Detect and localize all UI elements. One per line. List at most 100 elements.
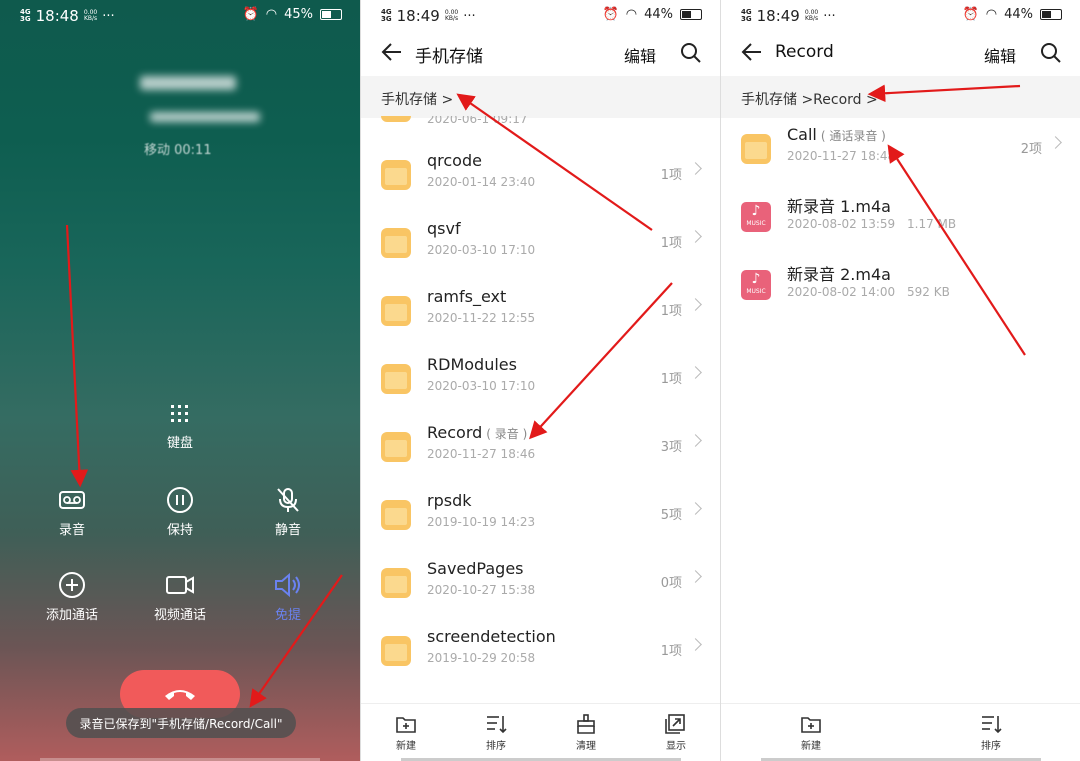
chevron-right-icon	[689, 638, 702, 651]
new-folder-button[interactable]: 新建	[781, 714, 841, 752]
file-size: 592 KB	[907, 285, 950, 299]
video-call-label: 视频通话	[153, 608, 206, 623]
folder-icon	[381, 228, 411, 258]
wifi-icon: ◠	[265, 7, 278, 22]
item-count: 2项	[1020, 142, 1042, 157]
file-date: 2019-10-29 20:58	[427, 651, 536, 665]
file-row[interactable]: screendetection 2019-10-29 20:58 1项	[361, 618, 720, 686]
search-icon[interactable]	[1040, 42, 1062, 64]
folder-icon	[381, 636, 411, 666]
partial-row: 2020-06-1 09:17	[361, 116, 720, 126]
record-label: 录音	[58, 523, 85, 538]
back-arrow-icon[interactable]	[741, 42, 763, 62]
file-date: 2020-03-10 17:10	[427, 379, 536, 393]
chevron-right-icon	[689, 230, 702, 243]
chevron-right-icon	[1049, 136, 1062, 149]
file-row[interactable]: ramfs_ext 2020-11-22 12:55 1项	[361, 278, 720, 346]
hold-button[interactable]: 保持	[145, 487, 215, 538]
file-date: 2020-11-22 12:55	[427, 311, 536, 325]
bottom-toolbar: 新建 排序	[721, 703, 1080, 761]
file-row[interactable]: rpsdk 2019-10-19 14:23 5项	[361, 482, 720, 550]
keypad-button[interactable]: 键盘	[145, 404, 215, 451]
caller-name-blurred	[140, 76, 236, 90]
file-manager-record: 4G 3G 18:49 0.00 KB/s ··· ⏰ ◠ 44% Record 编…	[720, 0, 1080, 761]
battery-percent: 44%	[644, 7, 673, 22]
file-name: SavedPages	[427, 559, 524, 578]
page-title: Record	[775, 42, 834, 62]
chevron-right-icon	[689, 502, 702, 515]
status-time: 18:49	[756, 7, 800, 25]
alarm-icon: ⏰	[962, 7, 979, 22]
file-row[interactable]: ♪ MUSIC 新录音 2.m4a 2020-08-02 14:00 592 KB	[721, 252, 1080, 320]
clean-button[interactable]: 清理	[556, 714, 616, 752]
signal-indicator: 4G 3G	[381, 8, 392, 23]
record-icon	[59, 491, 85, 509]
back-arrow-icon[interactable]	[381, 42, 403, 62]
speaker-label: 免提	[274, 608, 301, 623]
new-folder-icon	[801, 717, 821, 733]
mute-button[interactable]: 静音	[253, 487, 323, 538]
add-call-label: 添加通话	[45, 608, 98, 623]
wifi-icon: ◠	[625, 7, 638, 22]
breadcrumb[interactable]: 手机存储 >	[361, 76, 720, 118]
record-button[interactable]: 录音	[37, 487, 107, 538]
add-call-button[interactable]: 添加通话	[37, 572, 107, 623]
page-title: 手机存储	[415, 47, 483, 67]
file-manager-root: 4G 3G 18:49 0.00 KB/s ··· ⏰ ◠ 44% 手机存储 编辑 …	[360, 0, 720, 761]
file-date: 2020-11-27 18:48	[787, 149, 896, 163]
sort-button[interactable]: 排序	[466, 714, 526, 752]
search-icon[interactable]	[680, 42, 702, 64]
caller-number-blurred	[150, 112, 260, 122]
chevron-right-icon	[689, 162, 702, 175]
file-row[interactable]: Record( 录音 ) 2020-11-27 18:46 3项	[361, 414, 720, 482]
net-speed: 0.00 KB/s	[83, 9, 98, 22]
call-duration: 移动 00:11	[144, 143, 212, 158]
file-name: RDModules	[427, 355, 517, 374]
status-bar: 4G 3G 18:49 0.00 KB/s ··· ⏰ ◠ 44%	[721, 0, 1080, 30]
hang-up-icon	[165, 690, 195, 700]
file-name: ramfs_ext	[427, 287, 507, 306]
hold-label: 保持	[166, 523, 193, 538]
item-count: 1项	[660, 304, 682, 319]
plus-circle-icon	[59, 572, 85, 598]
item-count: 1项	[660, 644, 682, 659]
show-button[interactable]: 显示	[646, 714, 706, 752]
edit-button[interactable]: 编辑	[624, 43, 656, 67]
file-row[interactable]: Call( 通话录音 ) 2020-11-27 18:48 2项	[721, 116, 1080, 184]
file-name: qsvf	[427, 219, 461, 238]
file-row[interactable]: SavedPages 2020-10-27 15:38 0项	[361, 550, 720, 618]
sort-icon	[982, 716, 1002, 734]
file-name: 新录音 1.m4a	[787, 197, 891, 216]
battery-icon	[320, 9, 342, 20]
file-name: 新录音 2.m4a	[787, 265, 891, 284]
edit-button[interactable]: 编辑	[984, 43, 1016, 67]
breadcrumb[interactable]: 手机存储 >Record >	[721, 76, 1080, 118]
speaker-button[interactable]: 免提	[253, 572, 323, 623]
battery-percent: 44%	[1004, 7, 1033, 22]
file-row[interactable]: qrcode 2020-01-14 23:40 1项	[361, 142, 720, 210]
app-header: Record 编辑	[721, 34, 1080, 70]
file-date: 2020-08-02 13:59	[787, 217, 896, 231]
battery-icon	[680, 9, 702, 20]
toast-message: 录音已保存到"手机存储/Record/Call"	[66, 708, 296, 738]
sort-button[interactable]: 排序	[961, 714, 1021, 752]
chevron-right-icon	[689, 366, 702, 379]
more-dots-icon: ···	[823, 8, 836, 24]
video-call-button[interactable]: 视频通话	[145, 572, 215, 623]
file-name: Record( 录音 )	[427, 423, 528, 442]
new-folder-button[interactable]: 新建	[376, 714, 436, 752]
status-time: 18:48	[35, 7, 79, 25]
item-count: 1项	[660, 168, 682, 183]
file-row[interactable]: ♪ MUSIC 新录音 1.m4a 2020-08-02 13:59 1.17 MB	[721, 184, 1080, 252]
item-count: 1项	[660, 372, 682, 387]
item-count: 0项	[660, 576, 682, 591]
video-camera-icon	[166, 576, 194, 594]
folder-icon	[381, 160, 411, 190]
file-row[interactable]: qsvf 2020-03-10 17:10 1项	[361, 210, 720, 278]
file-row[interactable]: RDModules 2020-03-10 17:10 1项	[361, 346, 720, 414]
alarm-icon: ⏰	[602, 7, 619, 22]
folder-icon	[381, 364, 411, 394]
status-bar: 4G 3G 18:48 0.00 KB/s ··· ⏰ ◠ 45%	[0, 0, 360, 30]
folder-icon	[381, 500, 411, 530]
broom-icon	[577, 714, 595, 734]
